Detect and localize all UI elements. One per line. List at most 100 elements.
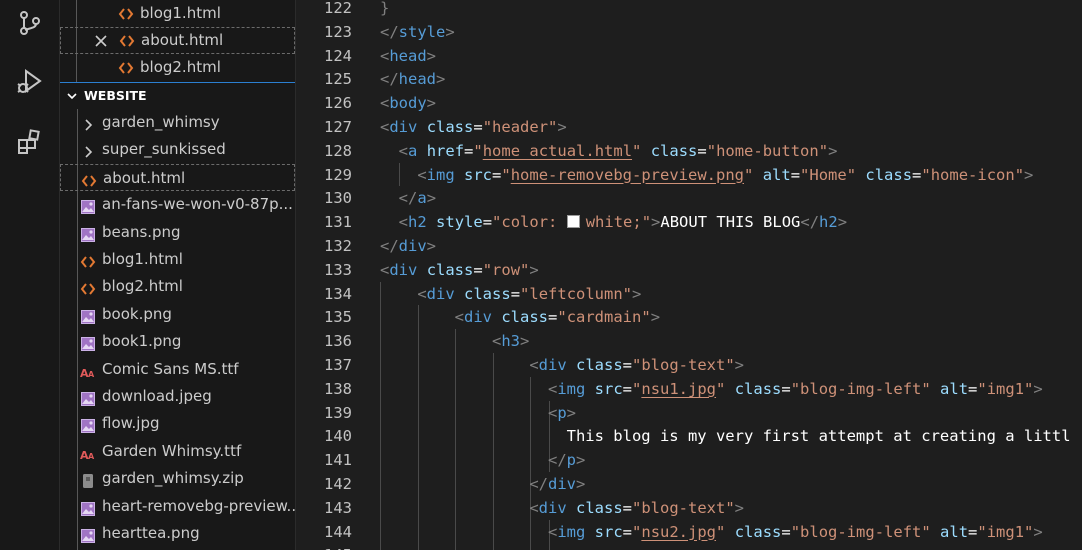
code-token: > <box>650 308 661 327</box>
line-number: 137 <box>324 356 352 374</box>
code-token: "img1" <box>977 379 1034 398</box>
tree-item-label: blog1.html <box>102 250 183 268</box>
code-token: </ <box>529 475 548 493</box>
code-token: p <box>557 546 566 550</box>
open-editor-about[interactable]: about.html <box>60 27 295 54</box>
tree-item-label: book.png <box>102 304 172 323</box>
tree-item-label: garden_whimsy.zip <box>102 469 244 488</box>
code-token: = <box>464 141 474 160</box>
code-token: > <box>426 46 437 65</box>
code-token: " <box>744 165 754 184</box>
code-token: " <box>473 141 483 160</box>
code-token: This blog is my very first attempt at cr… <box>380 427 1071 446</box>
line-number: 127 <box>324 118 352 136</box>
line-number: 138 <box>324 379 352 398</box>
code-token: div <box>426 284 455 303</box>
tree-item[interactable]: blog2.html <box>60 273 295 300</box>
close-icon[interactable] <box>94 34 108 48</box>
code-token: < <box>380 94 390 113</box>
chevron-down-icon <box>67 93 77 100</box>
source-control-icon[interactable] <box>16 9 44 37</box>
code-token: > <box>445 22 455 41</box>
html-file-icon <box>118 8 134 20</box>
code-token: > <box>426 94 437 113</box>
open-editor-blog2[interactable]: blog2.html <box>60 54 295 81</box>
code-token: img <box>557 379 586 398</box>
open-editor-blog1[interactable]: blog1.html <box>60 0 295 27</box>
tree-item[interactable]: A A Garden Whimsy.ttf <box>60 438 295 465</box>
code-line: <head> <box>380 44 436 68</box>
code-token: class <box>426 260 474 279</box>
tree-item[interactable]: book1.png <box>60 328 295 355</box>
code-token: = <box>968 522 978 541</box>
tree-item[interactable]: super_sunkissed <box>60 136 295 163</box>
code-token: div <box>464 308 492 327</box>
code-token: alt <box>762 165 791 184</box>
code-token: = <box>697 141 707 160</box>
code-token: > <box>436 70 446 89</box>
code-line: } <box>380 0 389 20</box>
line-number: 139 <box>324 403 352 422</box>
code-editor[interactable]: 122 123 124 125 126 127 128 129 130 131 132 133 134 1… <box>296 0 1082 550</box>
tree-item[interactable]: book.png <box>60 301 295 328</box>
tree-item[interactable]: garden_whimsy <box>60 109 295 136</box>
extensions-icon[interactable] <box>16 128 44 156</box>
zip-file-icon <box>80 471 96 489</box>
html-file-icon <box>118 62 134 74</box>
code-token: img <box>557 522 586 541</box>
code-token: < <box>547 379 558 398</box>
code-line: </div> <box>380 472 585 496</box>
code-token: </ <box>380 70 399 89</box>
line-number: 131 <box>324 213 352 232</box>
code-token: < <box>454 308 464 327</box>
tree-item[interactable]: beans.png <box>60 219 295 246</box>
code-token: " <box>716 522 726 541</box>
code-token: " <box>501 165 511 184</box>
code-token: h2 <box>408 213 427 232</box>
code-token: > <box>566 403 577 422</box>
code-token: </ <box>398 189 418 208</box>
code-token: " <box>632 141 642 160</box>
code-token: img <box>426 165 455 184</box>
tree-item[interactable]: heart-removebg-preview... <box>60 493 295 520</box>
code-token: "blog-text" <box>632 498 735 517</box>
code-line: </style> <box>380 20 455 44</box>
tree-item[interactable]: blog1.html <box>60 246 295 273</box>
tree-item[interactable]: flow.jpg <box>60 410 295 437</box>
code-token: div <box>389 118 418 136</box>
code-token: "Home" <box>800 165 857 184</box>
tree-item[interactable]: an-fans-we-won-v0-87p... <box>60 191 295 218</box>
code-line: <body> <box>380 91 436 115</box>
tree-item[interactable]: garden_whimsy.zip <box>60 465 295 492</box>
section-header-website[interactable]: WEBSITE <box>60 82 295 109</box>
code-token: = <box>622 356 633 374</box>
tree-item-label: download.jpeg <box>102 387 212 405</box>
code-token: alt <box>940 522 969 541</box>
code-token: = <box>622 379 633 398</box>
code-token: > <box>576 451 586 470</box>
tree-item[interactable]: about.html <box>60 163 295 191</box>
tree-item[interactable]: A A Comic Sans MS.ttf <box>60 356 295 383</box>
code-token: class <box>865 165 913 184</box>
code-token: white;" <box>585 213 652 232</box>
tree-item-label: blog2.html <box>102 277 183 296</box>
tree-item[interactable]: hearttea.png <box>60 520 295 547</box>
code-token: href <box>426 141 465 160</box>
run-debug-icon[interactable] <box>16 68 44 96</box>
image-file-icon <box>80 499 96 516</box>
tree-item[interactable]: download.jpeg <box>60 383 295 410</box>
code-token: < <box>529 356 539 374</box>
html-file-icon <box>81 171 97 187</box>
